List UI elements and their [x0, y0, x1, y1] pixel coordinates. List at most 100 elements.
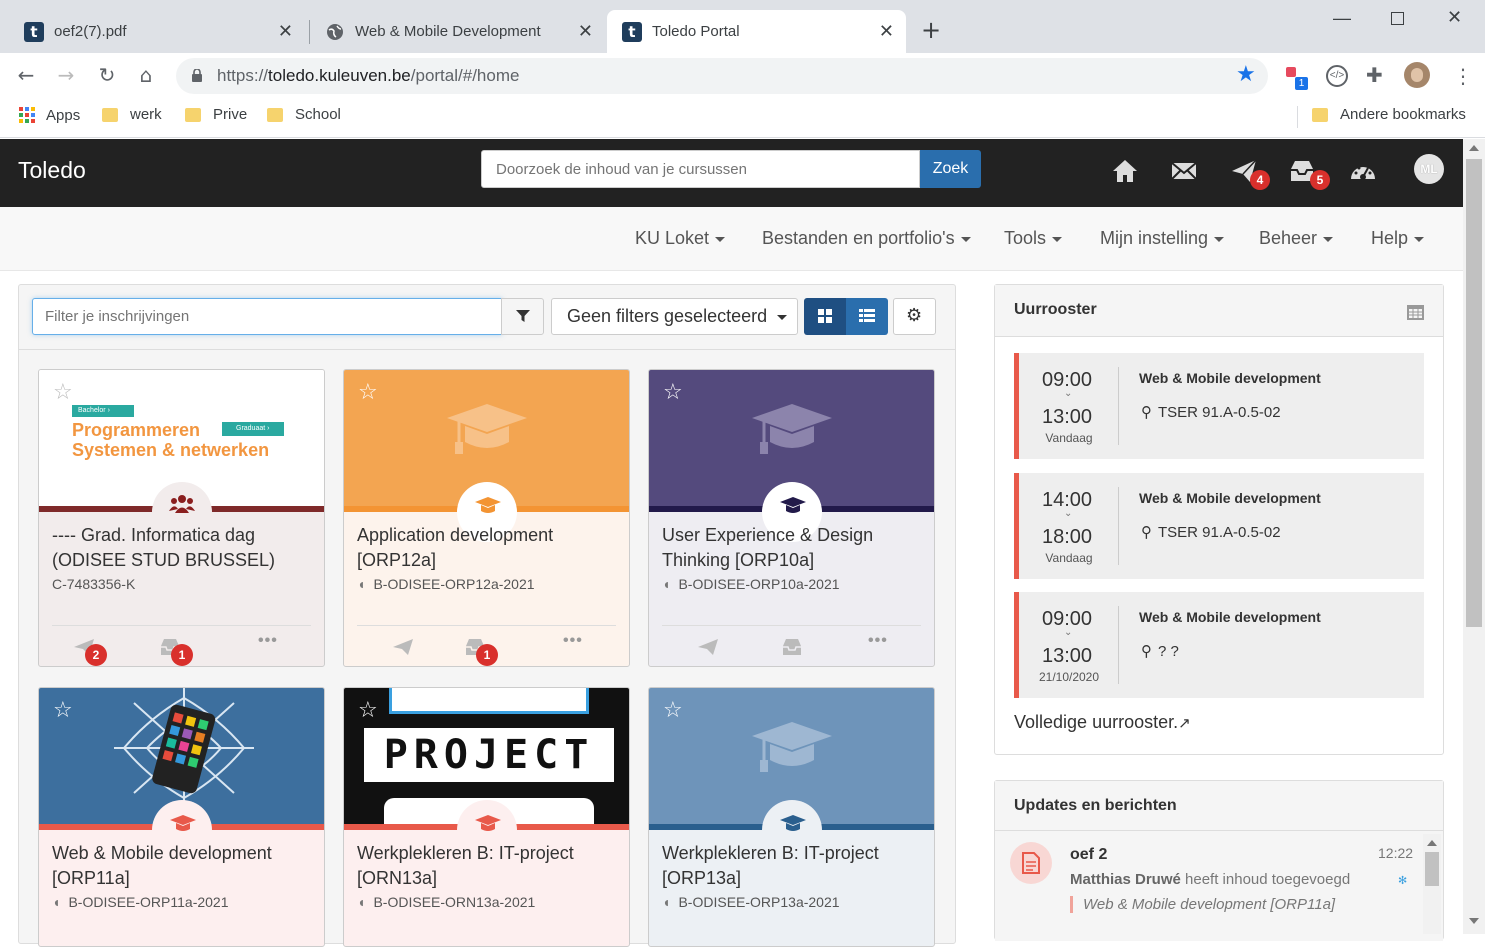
extension-icon[interactable]: 1 — [1286, 65, 1308, 90]
caret-down-icon — [1414, 236, 1425, 242]
menu-bestanden[interactable]: Bestanden en portfolio's — [762, 228, 971, 249]
close-icon[interactable]: ✕ — [879, 21, 894, 42]
menu-label: Help — [1371, 228, 1409, 248]
browser-tab-strip: t oef2(7).pdf ✕ Web & Mobile Development… — [0, 0, 1485, 53]
grid-view-button[interactable] — [804, 298, 846, 335]
menu-ku-loket[interactable]: KU Loket — [635, 228, 726, 249]
bookmark-werk[interactable]: werk — [102, 106, 162, 123]
filter-button[interactable] — [501, 298, 544, 335]
course-card[interactable]: ☆ Web & Mobile development [ORP11a] ◖ B-O… — [38, 687, 325, 947]
menu-help[interactable]: Help — [1371, 228, 1425, 249]
scrollbar[interactable] — [1463, 139, 1485, 934]
toledo-favicon-icon: t — [24, 21, 44, 42]
schedule-day: 21/10/2020 — [1038, 670, 1100, 684]
course-title[interactable]: User Experience & Design Thinking [ORP10… — [662, 523, 927, 573]
code-extension-icon[interactable]: </> — [1326, 65, 1348, 87]
menu-beheer[interactable]: Beheer — [1259, 228, 1334, 249]
star-icon[interactable]: ☆ — [53, 698, 73, 723]
course-title[interactable]: Werkplekleren B: IT-project [ORP13a] — [662, 841, 927, 891]
course-title[interactable]: Werkplekleren B: IT-project [ORN13a] — [357, 841, 622, 891]
star-icon[interactable]: ☆ — [358, 380, 378, 405]
minimize-icon[interactable]: — — [1333, 8, 1351, 29]
course-card[interactable]: ☆ User Experience & Design Thinking [ORP… — [648, 369, 935, 667]
tab-pdf[interactable]: t oef2(7).pdf ✕ — [0, 10, 305, 53]
scroll-up-icon[interactable] — [1469, 145, 1479, 151]
filter-enrolments-input[interactable] — [32, 298, 502, 335]
map-marker-icon: ⚲ — [1141, 523, 1152, 541]
graduation-cap-icon — [780, 497, 806, 513]
graduation-cap-icon — [447, 404, 527, 454]
full-schedule-link[interactable]: Volledige uurrooster.↗ — [1014, 712, 1191, 733]
calendar-icon[interactable] — [1407, 303, 1424, 320]
toledo-logo[interactable]: Toledo — [18, 157, 86, 184]
star-icon[interactable]: ☆ — [663, 380, 683, 405]
announcement-icon[interactable] — [392, 638, 414, 656]
bookmark-apps[interactable]: Apps — [18, 106, 80, 124]
schedule-item[interactable]: 09:00 ⌄ 13:00 21/10/2020 Web & Mobile de… — [1014, 592, 1424, 698]
more-options-icon[interactable]: ••• — [868, 632, 888, 650]
settings-button[interactable]: ⚙ — [893, 298, 936, 335]
update-title[interactable]: oef 2 — [1070, 846, 1107, 864]
new-tab-icon[interactable]: + — [921, 16, 941, 44]
schedule-item[interactable]: 09:00 ⌄ 13:00 Vandaag Web & Mobile devel… — [1014, 353, 1424, 459]
end-time: 13:00 — [1042, 645, 1093, 667]
close-icon[interactable]: ✕ — [578, 21, 593, 42]
home-icon[interactable]: ⌂ — [132, 61, 160, 89]
search-button[interactable]: Zoek — [920, 150, 981, 188]
menu-tools[interactable]: Tools — [1004, 228, 1063, 249]
apps-grid-icon — [19, 107, 35, 123]
window-close-icon[interactable]: ✕ — [1447, 7, 1462, 28]
update-course[interactable]: Web & Mobile development [ORP11a] — [1070, 896, 1335, 913]
close-icon[interactable]: ✕ — [278, 21, 293, 42]
more-options-icon[interactable]: ••• — [258, 632, 278, 650]
star-icon[interactable]: ☆ — [358, 698, 378, 723]
kebab-menu-icon[interactable]: ⋮ — [1453, 64, 1473, 88]
star-icon[interactable]: ☆ — [53, 380, 73, 405]
schedule-item[interactable]: 14:00 ⌄ 18:00 Vandaag Web & Mobile devel… — [1014, 473, 1424, 579]
user-avatar[interactable]: ML — [1414, 154, 1444, 184]
forward-icon[interactable]: → — [52, 61, 80, 89]
announcements-badge: 4 — [1250, 170, 1270, 190]
bookmark-star-icon[interactable]: ★ — [1236, 62, 1256, 87]
filter-dropdown[interactable]: Geen filters geselecteerd — [551, 298, 798, 335]
menu-mijn-instelling[interactable]: Mijn instelling — [1100, 228, 1225, 249]
banner-tag: Bachelor › — [72, 405, 134, 417]
updates-scrollbar[interactable] — [1423, 834, 1441, 934]
mail-icon[interactable] — [1170, 157, 1198, 185]
course-card[interactable]: ☆ Werkplekleren B: IT-project [ORP13a] ◖… — [648, 687, 935, 947]
address-bar[interactable]: https://toledo.kuleuven.be/portal/#/home… — [176, 58, 1268, 94]
more-options-icon[interactable]: ••• — [563, 632, 583, 650]
course-card[interactable]: PROJECT ☆ Werkplekleren B: IT-project [O… — [343, 687, 630, 947]
maximize-icon[interactable] — [1391, 12, 1404, 25]
divider — [1118, 487, 1119, 565]
scrollbar-thumb[interactable] — [1425, 852, 1439, 886]
location: ⚲ TSER 91.A-0.5-02 — [1141, 523, 1281, 541]
course-card[interactable]: Bachelor › Graduaat › Programmeren Syste… — [38, 369, 325, 667]
course-title[interactable]: Web & Mobile development [ORP11a] — [52, 841, 317, 891]
caret-down-icon — [1214, 236, 1225, 242]
puzzle-icon[interactable]: ✚ — [1366, 63, 1383, 87]
bookmark-school[interactable]: School — [267, 106, 341, 123]
course-title[interactable]: Application development [ORP12a] — [357, 523, 622, 573]
tab-web-mobile[interactable]: Web & Mobile Development ✕ — [305, 10, 605, 53]
home-icon[interactable] — [1111, 157, 1139, 185]
star-icon[interactable]: ☆ — [663, 698, 683, 723]
scroll-down-icon[interactable] — [1469, 918, 1479, 924]
scroll-up-icon[interactable] — [1427, 840, 1437, 846]
tab-toledo-portal[interactable]: t Toledo Portal ✕ — [607, 10, 906, 53]
reload-icon[interactable]: ↻ — [93, 61, 121, 89]
bookmark-prive[interactable]: Prive — [185, 106, 247, 123]
announcement-icon[interactable] — [697, 638, 719, 656]
course-card[interactable]: ☆ Application development [ORP12a] ◖ B-OD… — [343, 369, 630, 667]
scrollbar-thumb[interactable] — [1466, 159, 1482, 627]
bookmark-other[interactable]: Andere bookmarks — [1312, 106, 1466, 123]
search-input[interactable] — [481, 150, 920, 188]
banner-frame — [389, 688, 589, 714]
divider — [1118, 606, 1119, 684]
course-title[interactable]: ---- Grad. Informatica dag (ODISEE STUD … — [52, 523, 317, 573]
back-icon[interactable]: ← — [12, 61, 40, 89]
list-view-button[interactable] — [846, 298, 888, 335]
inbox-icon[interactable] — [781, 638, 803, 656]
dashboard-gauge-icon[interactable] — [1349, 157, 1377, 185]
profile-avatar[interactable] — [1404, 62, 1430, 88]
